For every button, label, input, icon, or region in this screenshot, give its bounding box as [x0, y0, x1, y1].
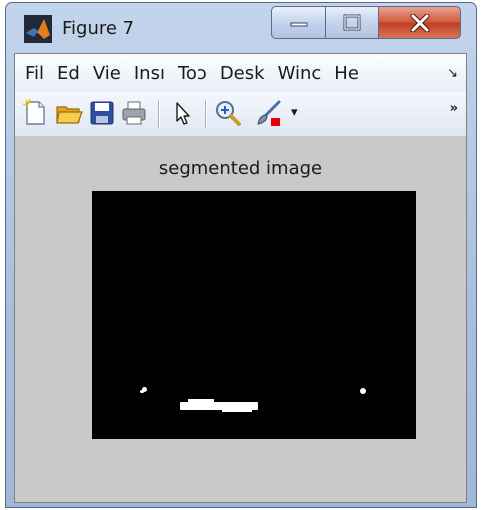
segment-blob [222, 409, 252, 412]
plot-title: segmented image [158, 158, 323, 179]
menu-file[interactable]: Fil [25, 63, 44, 84]
maximize-icon [343, 14, 361, 30]
select-arrow-icon[interactable] [168, 99, 196, 127]
title-bar[interactable]: Figure 7 [6, 3, 476, 53]
close-button[interactable] [378, 6, 461, 39]
close-icon [410, 13, 429, 32]
segment-blob [140, 390, 144, 393]
menu-overflow-icon[interactable]: ↘ [447, 66, 458, 81]
window-title: Figure 7 [62, 18, 135, 39]
toolbar: ▾ » [15, 92, 466, 137]
new-figure-icon[interactable] [21, 99, 49, 127]
menu-window[interactable]: Winc [278, 63, 322, 84]
print-icon[interactable] [120, 99, 148, 127]
toolbar-separator [158, 100, 159, 128]
menu-help[interactable]: He [334, 63, 359, 84]
menu-desktop[interactable]: Desk [220, 63, 265, 84]
menu-view[interactable]: Vie [93, 63, 121, 84]
matlab-logo-icon [24, 15, 52, 43]
menu-edit[interactable]: Ed [57, 63, 80, 84]
segment-blob [360, 388, 366, 394]
figure-client-area: Fil Ed Vie Insı Toɔ Desk Winc He ↘ ▾ » s… [14, 53, 467, 503]
maximize-button[interactable] [325, 6, 379, 39]
zoom-in-icon[interactable] [214, 99, 242, 127]
save-icon[interactable] [88, 99, 116, 127]
menu-insert[interactable]: Insı [134, 63, 165, 84]
brush-icon[interactable] [255, 99, 283, 127]
segment-blob [188, 399, 214, 403]
toolbar-overflow-icon[interactable]: » [450, 101, 458, 116]
menu-tools[interactable]: Toɔ [178, 63, 207, 84]
dropdown-arrow-icon[interactable]: ▾ [291, 105, 298, 120]
open-file-icon[interactable] [55, 99, 83, 127]
segmented-image[interactable] [92, 191, 416, 439]
minimize-icon [290, 22, 307, 26]
menu-bar: Fil Ed Vie Insı Toɔ Desk Winc He ↘ [15, 54, 466, 93]
figure-canvas: segmented image [15, 136, 466, 502]
minimize-button[interactable] [271, 6, 326, 39]
toolbar-separator [205, 100, 206, 128]
figure-window: Figure 7 Fil Ed Vie Insı Toɔ Desk Winc H… [5, 2, 477, 508]
